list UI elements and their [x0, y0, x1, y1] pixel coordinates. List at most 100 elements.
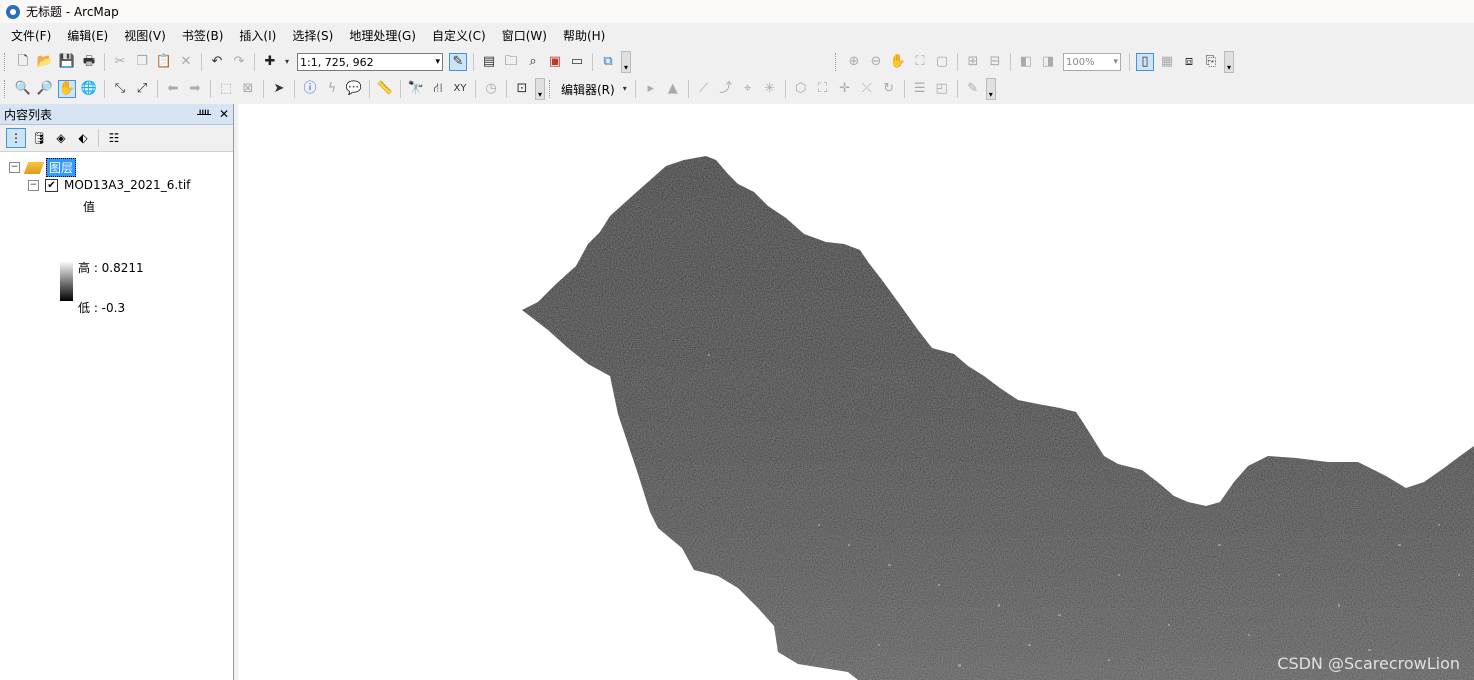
pan-page-icon[interactable]: ✋	[889, 53, 907, 71]
open-folder-icon[interactable]: 📂	[36, 53, 54, 71]
zoom-out-fixed-icon[interactable]: ⊖	[867, 53, 885, 71]
menu-edit[interactable]: 编辑(E)	[59, 25, 116, 47]
menu-customize[interactable]: 自定义(C)	[424, 25, 494, 47]
rotate-icon[interactable]: ↻	[880, 80, 898, 98]
go-to-xy-icon[interactable]: XY	[451, 80, 469, 98]
editor-toolbar-icon[interactable]: ✎	[449, 53, 467, 71]
raster-layer-row[interactable]: − ✔ MOD13A3_2021_6.tif	[28, 178, 190, 192]
fixed-zoom-out-map-icon[interactable]: ⤢	[133, 80, 151, 98]
close-icon[interactable]: ✕	[219, 107, 229, 121]
table-of-contents-icon[interactable]: ▤	[480, 53, 498, 71]
viewer-window-icon[interactable]: ⊡	[513, 80, 531, 98]
collapse-icon[interactable]: −	[28, 179, 39, 191]
toolbar-grip[interactable]	[549, 80, 553, 98]
straight-segment-icon[interactable]: ⟋	[695, 80, 713, 98]
fixed-zoom-in-icon[interactable]: ⊞	[964, 53, 982, 71]
edit-annotation-icon[interactable]: ▲	[664, 80, 682, 98]
split-icon[interactable]: ⤫	[858, 80, 876, 98]
editor-menu[interactable]: 编辑器(R)	[561, 81, 615, 98]
toolbar-grip[interactable]	[835, 53, 839, 71]
measure-icon[interactable]: 📏	[376, 80, 394, 98]
cut-icon[interactable]: ✂	[111, 53, 129, 71]
list-by-source-icon[interactable]: 🛢	[30, 129, 48, 147]
cut-polygons-icon[interactable]: ✛	[836, 80, 854, 98]
menu-selection[interactable]: 选择(S)	[284, 25, 341, 47]
menu-geoprocessing[interactable]: 地理处理(G)	[341, 25, 424, 47]
map-view[interactable]: CSDN @ScarecrowLion	[238, 104, 1474, 680]
find-route-icon[interactable]: ⛙	[429, 80, 447, 98]
layer-name[interactable]: MOD13A3_2021_6.tif	[64, 178, 190, 192]
layout-zoom-select[interactable]: 100% ▾	[1063, 53, 1121, 71]
search-window-icon[interactable]: ⌕	[524, 53, 542, 71]
time-slider-icon[interactable]: ◷	[482, 80, 500, 98]
save-icon[interactable]: 💾	[58, 53, 76, 71]
menu-bookmarks[interactable]: 书签(B)	[174, 25, 232, 47]
toolbar-grip[interactable]	[4, 80, 8, 98]
menu-file[interactable]: 文件(F)	[0, 25, 59, 47]
map-scale-select[interactable]: 1:1, 725, 962 ▾	[297, 53, 443, 71]
paste-icon[interactable]: 📋	[155, 53, 173, 71]
menu-insert[interactable]: 插入(I)	[231, 25, 284, 47]
edit-vertices-icon[interactable]: ⬡	[792, 80, 810, 98]
collapse-icon[interactable]: −	[9, 162, 20, 173]
arctoolbox-icon[interactable]: ▣	[546, 53, 564, 71]
toolbar-grip[interactable]	[4, 53, 8, 71]
copy-icon[interactable]: ❐	[133, 53, 151, 71]
legend-color-ramp[interactable]	[60, 261, 73, 301]
go-back-icon[interactable]: ⬅	[164, 80, 182, 98]
pan-icon[interactable]: ✋	[58, 80, 76, 98]
python-window-icon[interactable]: ▭	[568, 53, 586, 71]
toc-options-icon[interactable]: ☷	[105, 129, 123, 147]
toolbar-overflow-icon[interactable]: ▾	[621, 51, 631, 73]
sketch-properties-icon[interactable]: ◰	[933, 80, 951, 98]
back-extent-icon[interactable]: ◧	[1017, 53, 1035, 71]
toggle-draft-mode-icon[interactable]: ▯	[1136, 53, 1154, 71]
menu-view[interactable]: 视图(V)	[116, 25, 174, 47]
forward-extent-icon[interactable]: ◨	[1039, 53, 1057, 71]
hyperlink-icon[interactable]: ϟ	[323, 80, 341, 98]
go-forward-icon[interactable]: ➡	[186, 80, 204, 98]
chevron-down-icon[interactable]: ▾	[621, 80, 629, 98]
list-by-visibility-icon[interactable]: ◈	[52, 129, 70, 147]
zoom-in-fixed-icon[interactable]: ⊕	[845, 53, 863, 71]
fixed-zoom-in-map-icon[interactable]: ⤡	[111, 80, 129, 98]
point-icon[interactable]: ✳	[761, 80, 779, 98]
list-by-drawing-order-icon[interactable]: ⋮	[6, 128, 26, 148]
catalog-window-icon[interactable]: 🗀	[502, 53, 520, 71]
layers-group-label[interactable]: 图层	[46, 158, 77, 177]
full-extent-icon[interactable]: 🌐	[80, 80, 98, 98]
clear-selection-icon[interactable]: ⊠	[239, 80, 257, 98]
find-icon[interactable]: 🔭	[407, 80, 425, 98]
undo-icon[interactable]: ↶	[208, 53, 226, 71]
attributes-icon[interactable]: ☰	[911, 80, 929, 98]
trace-icon[interactable]: ⤴	[717, 80, 735, 98]
zoom-100-icon[interactable]: ▢	[933, 53, 951, 71]
identify-icon[interactable]: ⓘ	[301, 80, 319, 98]
layer-visibility-checkbox[interactable]: ✔	[45, 178, 58, 192]
modelbuilder-icon[interactable]: ⧉	[599, 53, 617, 71]
add-data-icon[interactable]: ✚	[261, 53, 279, 71]
zoom-whole-page-icon[interactable]: ⛶	[911, 53, 929, 71]
reshape-icon[interactable]: ⛶	[814, 80, 832, 98]
layers-group-row[interactable]: − 图层	[9, 158, 77, 177]
delete-icon[interactable]: ✕	[177, 53, 195, 71]
menu-windows[interactable]: 窗口(W)	[494, 25, 555, 47]
data-driven-pages-icon[interactable]: ⎘	[1202, 53, 1220, 71]
toolbar-overflow-icon[interactable]: ▾	[985, 78, 996, 100]
construction-tools-icon[interactable]: ⌖	[739, 80, 757, 98]
redo-icon[interactable]: ↷	[230, 53, 248, 71]
zoom-out-icon[interactable]: 🔎	[36, 80, 54, 98]
fixed-zoom-out-icon[interactable]: ⊟	[986, 53, 1004, 71]
html-popup-icon[interactable]: 💬	[345, 80, 363, 98]
new-document-icon[interactable]: 🗋	[14, 53, 32, 71]
list-by-selection-icon[interactable]: ⬖	[74, 129, 92, 147]
select-elements-icon[interactable]: ➤	[270, 80, 288, 98]
pin-icon[interactable]: ᚉ	[197, 107, 211, 121]
change-layout-icon[interactable]: ⧈	[1180, 53, 1198, 71]
zoom-in-icon[interactable]: 🔍	[14, 80, 32, 98]
toolbar-overflow-icon[interactable]: ▾	[1224, 51, 1234, 73]
create-features-icon[interactable]: ✎	[964, 80, 982, 98]
focus-data-frame-icon[interactable]: ▦	[1158, 53, 1176, 71]
toolbar-overflow-icon[interactable]: ▾	[535, 78, 545, 100]
add-data-dropdown-icon[interactable]: ▾	[283, 53, 291, 71]
